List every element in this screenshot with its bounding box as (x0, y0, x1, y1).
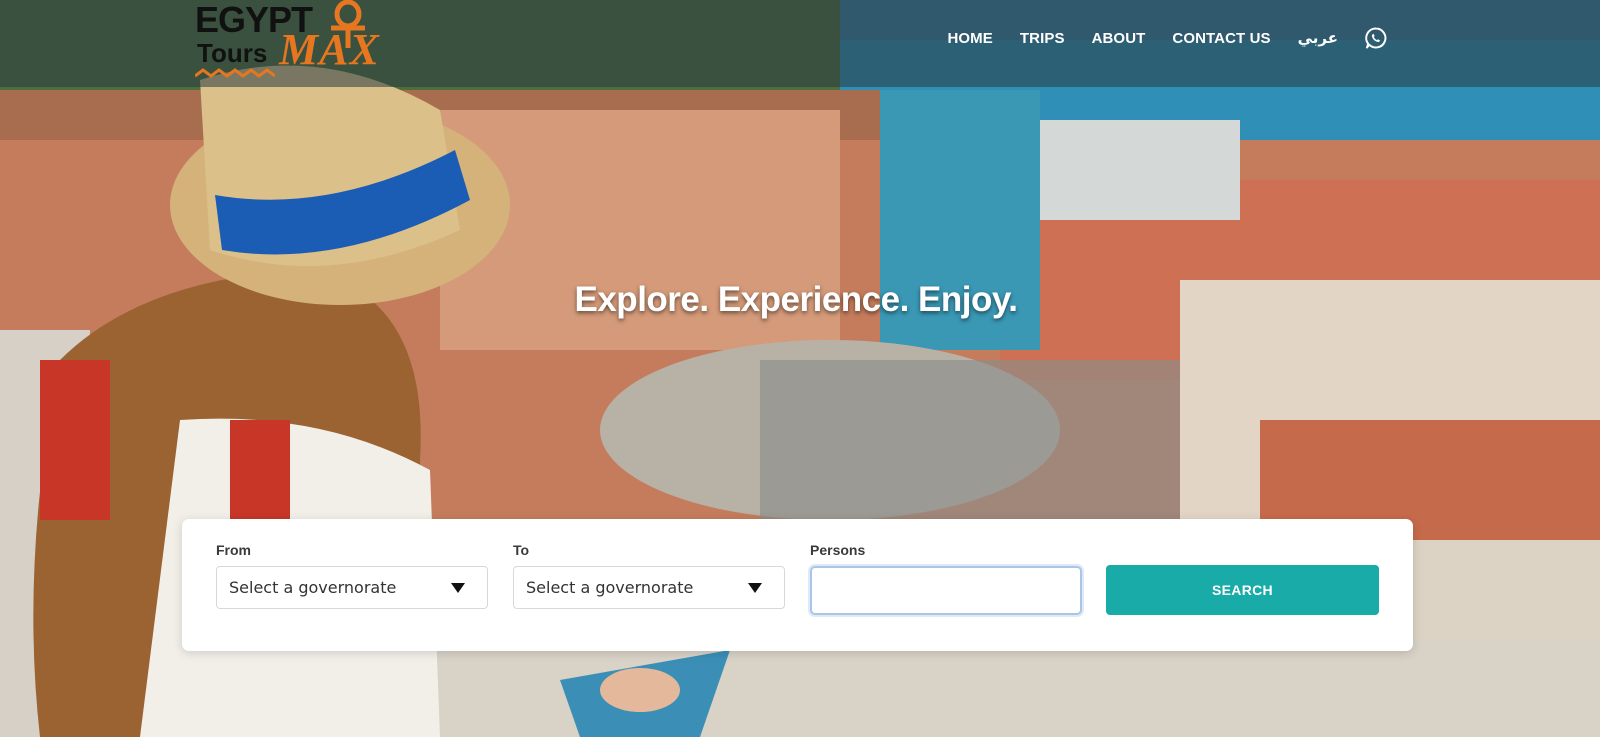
nav-language-arabic[interactable]: عربي (1298, 29, 1338, 47)
caret-down-icon (451, 582, 465, 593)
from-label: From (216, 542, 251, 558)
to-label: To (513, 542, 530, 558)
main-nav: HOME TRIPS ABOUT CONTACT US عربي (947, 26, 1388, 50)
nav-about[interactable]: ABOUT (1092, 30, 1146, 47)
to-select-value: Select a governorate (526, 578, 694, 597)
site-logo[interactable]: EGYPT Tours MAX (195, 0, 385, 87)
whatsapp-icon (1365, 27, 1387, 49)
wave-icon (195, 68, 275, 78)
from-field: From Select a governorate (216, 542, 488, 609)
hero-headline: Explore. Experience. Enjoy. (0, 280, 1600, 320)
persons-input[interactable] (810, 566, 1082, 615)
nav-home[interactable]: HOME (947, 30, 992, 47)
from-select-value: Select a governorate (229, 578, 397, 597)
from-governorate-select[interactable]: Select a governorate (216, 566, 488, 609)
trip-search-card: From Select a governorate To Select a go… (182, 519, 1413, 651)
to-field: To Select a governorate (513, 542, 785, 609)
search-button[interactable]: SEARCH (1106, 565, 1379, 615)
caret-down-icon (748, 582, 762, 593)
persons-field: Persons (810, 542, 1082, 615)
nav-contact-us[interactable]: CONTACT US (1172, 30, 1270, 47)
whatsapp-link[interactable] (1364, 26, 1388, 50)
nav-trips[interactable]: TRIPS (1020, 30, 1065, 47)
top-navbar: EGYPT Tours MAX HOME TRIPS ABOUT CONTACT… (0, 0, 1600, 87)
logo-text-tours: Tours (197, 38, 268, 68)
persons-label: Persons (810, 542, 866, 558)
ankh-icon (331, 0, 365, 48)
to-governorate-select[interactable]: Select a governorate (513, 566, 785, 609)
hero-headline-text: Explore. Experience. Enjoy. (574, 280, 1018, 319)
